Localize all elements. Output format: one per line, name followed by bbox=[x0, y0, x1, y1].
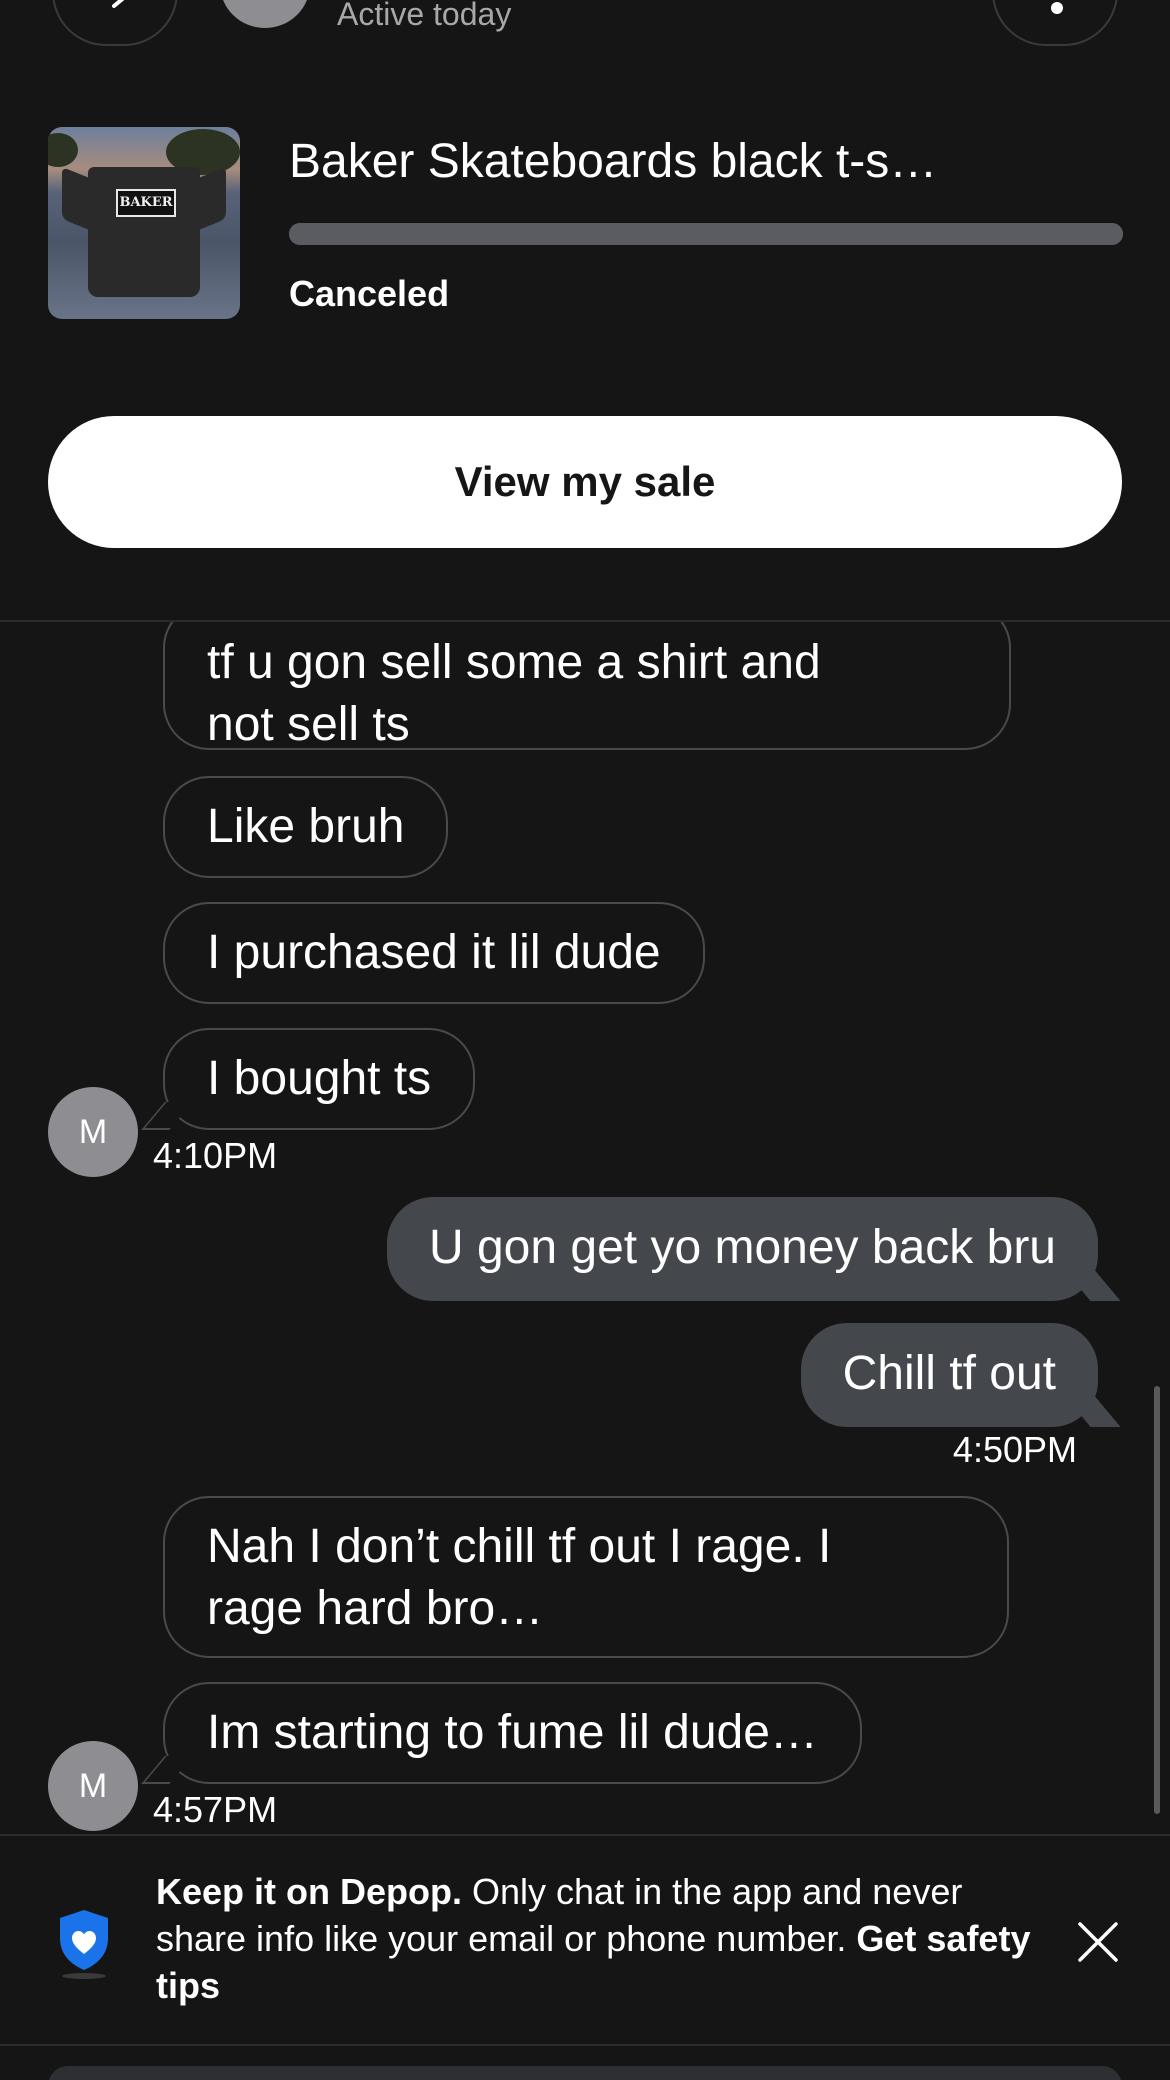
message-bubble-incoming[interactable]: Nah I don’t chill tf out I rage. I rage … bbox=[163, 1496, 1009, 1658]
close-icon[interactable] bbox=[1076, 1920, 1120, 1964]
message-bubble-incoming[interactable]: Im starting to fume lil dude… bbox=[163, 1682, 862, 1784]
message-bubble-incoming[interactable]: I bought ts bbox=[163, 1028, 476, 1130]
message-line: rage hard bro… bbox=[207, 1582, 544, 1635]
order-status: Canceled bbox=[289, 273, 450, 314]
message-line: Nah I don’t chill tf out I rage. I bbox=[207, 1520, 832, 1573]
order-progress-bar bbox=[289, 223, 1123, 245]
message-bubble-outgoing[interactable]: U gon get yo money back bru bbox=[386, 1197, 1098, 1301]
message-line: not sell ts bbox=[207, 698, 410, 751]
message-line: I purchased it lil dude bbox=[207, 926, 661, 979]
message-line: I bought ts bbox=[207, 1052, 432, 1105]
message-list[interactable]: tf u gon sell some a shirt and not sell … bbox=[0, 622, 1170, 1834]
message-timestamp: 4:50PM bbox=[952, 1429, 1077, 1470]
chat-header: Active today bbox=[0, 0, 1170, 50]
message-line: Im starting to fume lil dude… bbox=[207, 1706, 818, 1759]
message-line: tf u gon sell some a shirt and bbox=[207, 636, 821, 689]
active-status: Active today bbox=[337, 0, 512, 32]
more-icon bbox=[1051, 2, 1063, 14]
message-bubble-incoming[interactable]: Like bruh bbox=[163, 776, 449, 878]
safety-lead: Keep it on Depop. bbox=[156, 1871, 462, 1912]
divider bbox=[0, 2044, 1170, 2046]
sender-avatar[interactable]: M bbox=[48, 1087, 138, 1177]
back-button[interactable] bbox=[52, 0, 178, 46]
chevron-left-icon bbox=[112, 0, 125, 8]
header-avatar[interactable] bbox=[220, 0, 310, 28]
sender-avatar[interactable]: M bbox=[48, 1741, 138, 1831]
message-bubble-incoming[interactable]: tf u gon sell some a shirt and not sell … bbox=[163, 622, 1011, 751]
message-input[interactable] bbox=[48, 2066, 1122, 2080]
item-title[interactable]: Baker Skateboards black t-s… bbox=[289, 132, 937, 192]
message-timestamp: 4:57PM bbox=[153, 1789, 278, 1830]
shirt-logo: BAKER bbox=[116, 189, 176, 217]
scrollbar[interactable] bbox=[1154, 1386, 1160, 1814]
safety-banner: Keep it on Depop. Only chat in the app a… bbox=[0, 1836, 1170, 2044]
message-bubble-incoming[interactable]: I purchased it lil dude bbox=[163, 902, 705, 1004]
message-line: Chill tf out bbox=[842, 1347, 1056, 1400]
message-timestamp: 4:10PM bbox=[153, 1135, 278, 1176]
safety-message: Keep it on Depop. Only chat in the app a… bbox=[156, 1868, 1036, 2009]
item-thumbnail[interactable]: BAKER bbox=[48, 127, 240, 319]
message-line: Like bruh bbox=[207, 800, 405, 853]
message-line: U gon get yo money back bru bbox=[428, 1221, 1056, 1274]
more-options-button[interactable] bbox=[992, 0, 1118, 46]
view-my-sale-button[interactable]: View my sale bbox=[48, 416, 1122, 548]
shield-heart-icon bbox=[60, 1910, 108, 1979]
order-progress-fill bbox=[289, 223, 1123, 245]
message-bubble-outgoing[interactable]: Chill tf out bbox=[800, 1323, 1098, 1427]
